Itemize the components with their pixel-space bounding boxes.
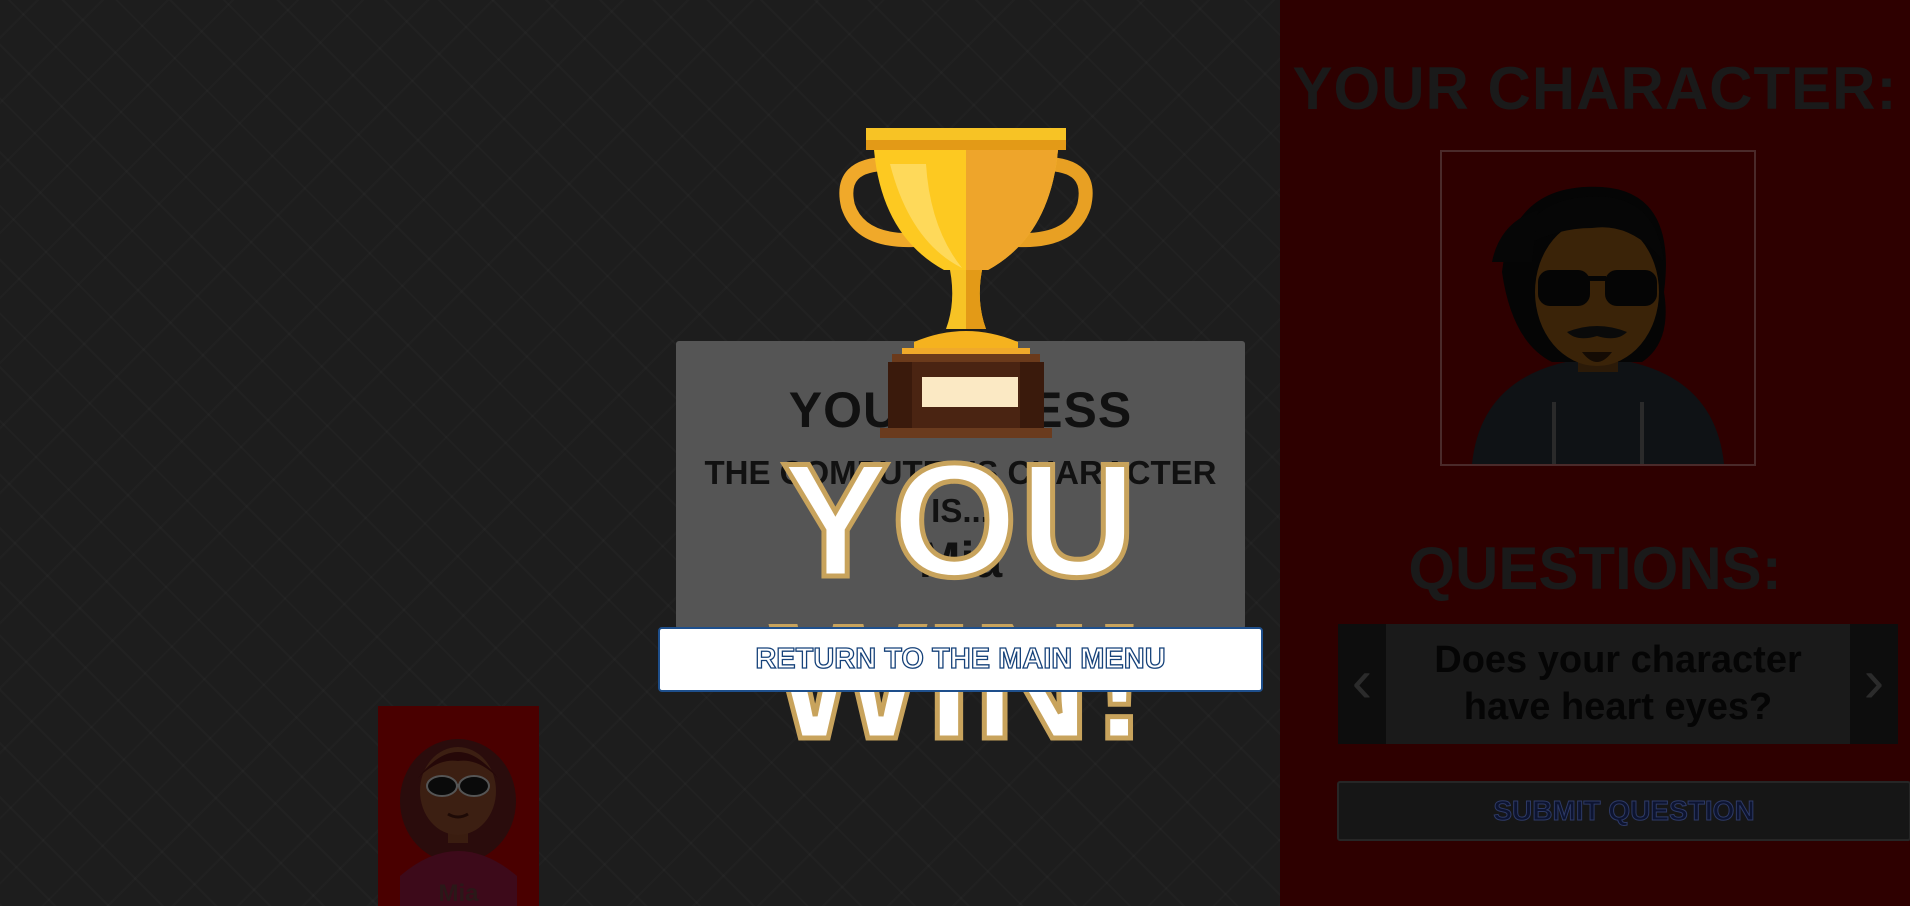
next-question-arrow-icon[interactable]: › [1850,624,1898,744]
your-character-title: YOUR CHARACTER: [1292,55,1898,122]
your-character-portrait [1440,150,1756,466]
game-screen: YOUR GUESS THE COMPUTER'S CHARACTER IS..… [0,0,1910,906]
side-panel: YOUR CHARACTER: QUESTIONS: ‹ Does your c… [1280,0,1910,906]
question-text: Does your character have heart eyes? [1434,638,1802,729]
previous-question-arrow-icon[interactable]: ‹ [1338,624,1386,744]
win-banner: YOU WIN! [769,430,1149,766]
submit-question-button[interactable]: SUBMIT QUESTION [1337,781,1910,841]
your-character-avatar [1472,186,1724,464]
mia-avatar [400,739,517,906]
character-card-label: Mia [438,880,479,906]
question-carousel: ‹ Does your character have heart eyes? › [1338,624,1898,744]
questions-title: QUESTIONS: [1408,535,1782,602]
return-to-main-menu-button[interactable]: RETURN TO THE MAIN MENU [658,627,1263,692]
character-card-mia[interactable]: Mia [378,706,539,906]
trophy-icon [839,128,1093,438]
